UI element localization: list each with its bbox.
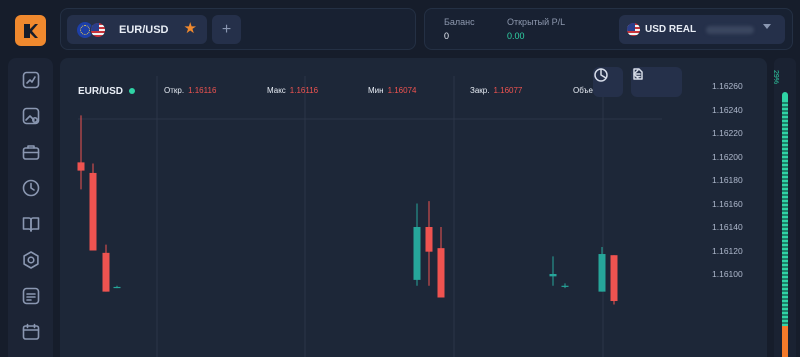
ohlc-low-value: 1.16074 [387,86,417,95]
asset-tab-eurusd[interactable]: EUR/USD ★ [67,15,207,44]
plus-icon: + [221,20,232,38]
brand-logo[interactable] [15,15,46,46]
y-axis-tick-label: 1.16160 [712,198,743,209]
sidebar-item-portfolio[interactable] [21,142,41,162]
sentiment-bar-down [782,326,788,357]
indicators-button[interactable] [593,67,623,97]
price-chart[interactable]: EUR/USD Откр. 1.16116 Макс 1.16116 Мин 1.16… [60,58,767,357]
y-axis-tick-label: 1.16100 [712,269,743,279]
sidebar-item-education[interactable] [21,214,41,234]
pie-chart-icon [594,68,608,82]
ohlc-high-value: 1.16116 [289,86,319,95]
balance-label: Баланс [444,17,475,27]
ohlc-open: Откр. 1.16116 [164,86,216,95]
settings-icon [23,251,39,269]
book-icon [22,217,40,232]
star-icon[interactable]: ★ [184,21,197,36]
candle-body[interactable] [425,227,433,252]
document-edit-icon [633,68,643,80]
sidebar-item-settings[interactable] [21,250,41,270]
account-name: USD REAL [645,24,697,35]
ohlc-low: Мин 1.16074 [368,86,416,95]
logo-icon [23,23,38,38]
open-pl-label: Открытый P/L [507,17,566,27]
candle-body[interactable] [102,252,110,292]
add-asset-button[interactable]: + [212,15,241,44]
sentiment-percent: 29% [772,70,779,85]
open-pl-value: 0.00 [507,31,525,41]
candle-body[interactable] [89,172,97,251]
calendar-icon [22,323,40,340]
ohlc-low-label: Мин [368,86,384,95]
candle-body[interactable] [77,162,85,171]
sidebar-item-gallery[interactable] [21,106,41,126]
account-id-hidden [706,25,755,34]
ohlc-close-value: 1.16077 [493,86,523,95]
y-axis-tick-label: 1.16240 [712,104,743,115]
candle-body[interactable] [561,285,569,287]
candle-body[interactable] [437,248,445,298]
clock-icon [22,179,40,197]
sidebar-item-history[interactable] [21,178,41,198]
sidebar-item-calendar[interactable] [21,322,41,342]
us-flag-icon [90,21,106,38]
image-icon [22,107,40,125]
y-axis-tick-label: 1.16180 [712,175,743,185]
y-axis-tick-label: 1.16220 [712,128,743,138]
live-indicator [129,88,135,94]
asset-pair-label: EUR/USD [119,23,169,36]
candle-body[interactable] [113,286,121,289]
candle-body[interactable] [598,254,606,292]
ohlc-close: Закр. 1.16077 [470,86,522,95]
balance-value: 0 [444,31,450,41]
us-flag-icon [627,23,640,36]
account-selector[interactable]: USD REAL [619,15,785,44]
ohlc-open-label: Откр. [164,86,185,95]
sentiment-bar-scale [782,100,788,326]
sidebar [8,58,53,357]
drawing-tools-button[interactable] [631,67,682,97]
candlestick-chart[interactable] [60,58,767,357]
document-icon [22,287,40,305]
sidebar-item-chart[interactable] [21,70,41,90]
y-axis-tick-label: 1.16140 [712,222,743,232]
candle-body[interactable] [413,227,421,280]
sidebar-item-news[interactable] [21,286,41,306]
candle-body[interactable] [610,255,618,302]
ohlc-close-label: Закр. [470,86,490,95]
y-axis-tick-label: 1.16260 [712,81,743,91]
chevron-down-icon [763,24,771,29]
candle-body[interactable] [549,274,557,277]
currency-flags [77,21,109,38]
y-axis-tick-label: 1.16120 [712,245,743,256]
ohlc-high: Макс 1.16116 [267,86,318,95]
chart-pair-label: EUR/USD [78,86,124,97]
trading-app: EUR/USD ★ + Баланс 0 Открытый P/L 0.00 U… [0,0,800,357]
ohlc-open-value: 1.16116 [188,86,217,95]
ohlc-high-label: Макс [267,86,286,95]
chart-icon [22,71,40,89]
briefcase-icon [22,145,40,160]
y-axis-tick-label: 1.16200 [712,151,743,162]
